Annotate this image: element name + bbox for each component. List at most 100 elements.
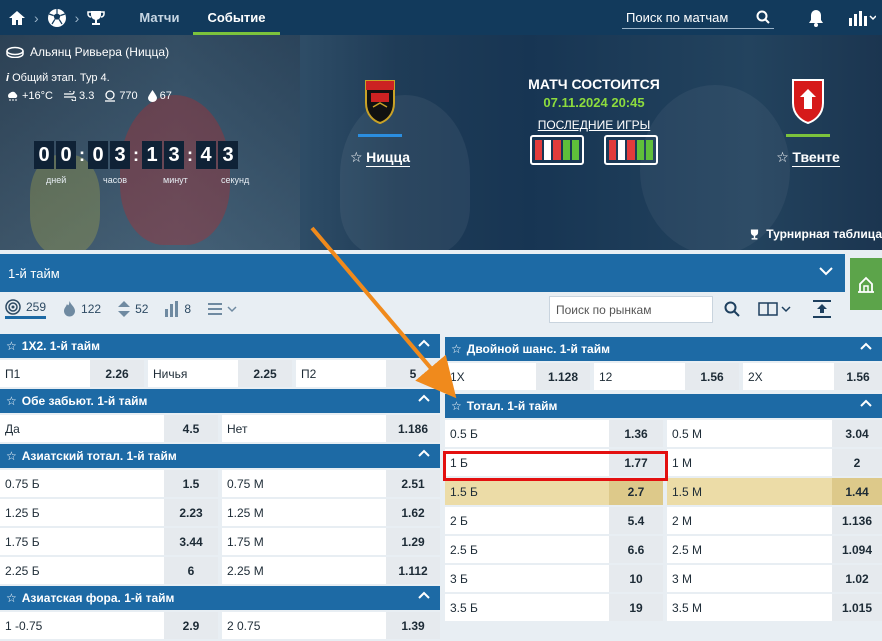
- bet-cell[interactable]: 2.25 М 1.112: [222, 557, 440, 584]
- bet-odd[interactable]: 5.4: [609, 507, 663, 534]
- bet-cell[interactable]: Ничья 2.25: [148, 360, 292, 387]
- market-header-asian-handicap[interactable]: ☆ Азиатская фора. 1-й тайм: [0, 586, 440, 610]
- bet-odd[interactable]: 2.26: [90, 360, 144, 387]
- star-icon[interactable]: ☆: [451, 399, 462, 413]
- stats-icon[interactable]: [848, 0, 876, 35]
- filter-totals[interactable]: 52: [118, 301, 148, 317]
- home-team[interactable]: ☆ Ницца: [320, 77, 440, 167]
- bet-odd[interactable]: 1.5: [164, 470, 218, 497]
- search-icon[interactable]: [724, 301, 740, 317]
- bet-cell[interactable]: 3 Б 10: [445, 565, 663, 592]
- bet-odd[interactable]: 1.112: [386, 557, 440, 584]
- bet-odd[interactable]: 19: [609, 594, 663, 621]
- filter-stats[interactable]: 8: [165, 301, 191, 317]
- star-icon[interactable]: ☆: [6, 394, 17, 408]
- filter-all[interactable]: 259: [5, 299, 47, 319]
- bet-cell[interactable]: П2 5: [296, 360, 440, 387]
- bet-cell[interactable]: 12 1.56: [594, 363, 739, 390]
- bet-odd[interactable]: 2.51: [386, 470, 440, 497]
- bet-odd[interactable]: 1.128: [536, 363, 590, 390]
- chevron-up-icon[interactable]: [860, 399, 872, 407]
- bet-cell[interactable]: 0.5 Б 1.36: [445, 420, 663, 447]
- collapse-all-icon[interactable]: [812, 300, 832, 318]
- bet-odd[interactable]: 1.77: [609, 449, 663, 476]
- bet-cell[interactable]: Нет 1.186: [222, 415, 440, 442]
- layout-columns-icon[interactable]: [758, 302, 792, 316]
- bet-odd[interactable]: 1.02: [832, 565, 882, 592]
- filter-popular[interactable]: 122: [63, 301, 101, 317]
- home-icon[interactable]: [8, 0, 26, 35]
- bet-cell[interactable]: 0.75 М 2.51: [222, 470, 440, 497]
- bell-icon[interactable]: [808, 0, 824, 35]
- star-icon[interactable]: ☆: [350, 149, 363, 165]
- bet-cell[interactable]: Да 4.5: [0, 415, 218, 442]
- bet-cell[interactable]: 2 М 1.136: [667, 507, 882, 534]
- bet-odd[interactable]: 1.015: [832, 594, 882, 621]
- star-icon[interactable]: ☆: [6, 339, 17, 353]
- bet-odd[interactable]: 1.62: [386, 499, 440, 526]
- bet-odd[interactable]: 10: [609, 565, 663, 592]
- chevron-down-icon[interactable]: [819, 266, 833, 276]
- bet-odd[interactable]: 1.36: [609, 420, 663, 447]
- standings-link[interactable]: Турнирная таблица: [748, 227, 882, 241]
- away-form-chart[interactable]: [604, 135, 658, 165]
- bet-cell[interactable]: 2X 1.56: [743, 363, 882, 390]
- bet-odd[interactable]: 2.7: [609, 478, 663, 505]
- bet-odd[interactable]: 3.44: [164, 528, 218, 555]
- match-search-input[interactable]: Поиск по матчам: [622, 6, 774, 29]
- away-team[interactable]: ☆ Твенте: [748, 77, 868, 167]
- chevron-up-icon[interactable]: [418, 591, 430, 599]
- market-header-1x2[interactable]: ☆ 1X2. 1-й тайм: [0, 334, 440, 358]
- bet-cell[interactable]: 1X 1.128: [445, 363, 590, 390]
- period-selector[interactable]: 1-й тайм: [0, 254, 845, 292]
- tab-event[interactable]: Событие: [193, 0, 280, 35]
- bet-odd[interactable]: 2: [832, 449, 882, 476]
- bet-odd[interactable]: 1.094: [832, 536, 882, 563]
- bet-odd[interactable]: 1.44: [832, 478, 882, 505]
- standings-label[interactable]: Турнирная таблица: [766, 227, 882, 241]
- bet-odd[interactable]: 3.04: [832, 420, 882, 447]
- market-search-input[interactable]: Поиск по рынкам: [549, 296, 713, 323]
- chevron-up-icon[interactable]: [418, 394, 430, 402]
- bet-odd[interactable]: 1.186: [386, 415, 440, 442]
- home-form-chart[interactable]: [530, 135, 584, 165]
- bet-cell[interactable]: 3.5 Б 19: [445, 594, 663, 621]
- football-icon[interactable]: [47, 0, 67, 35]
- bet-odd[interactable]: 6.6: [609, 536, 663, 563]
- bet-cell[interactable]: 1.75 М 1.29: [222, 528, 440, 555]
- bet-cell[interactable]: 0.5 М 3.04: [667, 420, 882, 447]
- bet-cell[interactable]: 1.5 М 1.44: [667, 478, 882, 505]
- tab-matches[interactable]: Матчи: [125, 0, 193, 35]
- bet-cell[interactable]: 3.5 М 1.015: [667, 594, 882, 621]
- bet-cell[interactable]: 3 М 1.02: [667, 565, 882, 592]
- star-icon[interactable]: ☆: [6, 591, 17, 605]
- bet-odd[interactable]: 1.29: [386, 528, 440, 555]
- last-games-link[interactable]: ПОСЛЕДНИЕ ИГРЫ: [494, 118, 694, 132]
- home-team-name[interactable]: Ницца: [366, 149, 411, 167]
- bet-odd[interactable]: 1.39: [386, 612, 440, 639]
- bet-odd[interactable]: 1.56: [834, 363, 882, 390]
- bet-cell[interactable]: 2.5 М 1.094: [667, 536, 882, 563]
- bet-cell[interactable]: П1 2.26: [0, 360, 144, 387]
- market-header-asian-total[interactable]: ☆ Азиатский тотал. 1-й тайм: [0, 444, 440, 468]
- away-team-name[interactable]: Твенте: [792, 149, 840, 167]
- bet-odd[interactable]: 1.56: [685, 363, 739, 390]
- bet-odd[interactable]: 5: [386, 360, 440, 387]
- chevron-up-icon[interactable]: [418, 449, 430, 457]
- bet-odd[interactable]: 4.5: [164, 415, 218, 442]
- bet-cell[interactable]: 2.25 Б 6: [0, 557, 218, 584]
- bet-odd[interactable]: 2.23: [164, 499, 218, 526]
- bet-cell[interactable]: 1 -0.75 2.9: [0, 612, 218, 639]
- filter-more[interactable]: [208, 303, 237, 315]
- statistics-button[interactable]: [850, 258, 882, 310]
- star-icon[interactable]: ☆: [6, 449, 17, 463]
- market-header-btts[interactable]: ☆ Обе забьют. 1-й тайм: [0, 389, 440, 413]
- bet-odd[interactable]: 6: [164, 557, 218, 584]
- bet-odd[interactable]: 2.25: [238, 360, 292, 387]
- bet-cell[interactable]: 1 Б 1.77: [445, 449, 663, 476]
- chevron-up-icon[interactable]: [418, 339, 430, 347]
- bet-cell[interactable]: 1.75 Б 3.44: [0, 528, 218, 555]
- bet-cell[interactable]: 1.25 М 1.62: [222, 499, 440, 526]
- bet-cell[interactable]: 1 М 2: [667, 449, 882, 476]
- market-header-total[interactable]: ☆ Тотал. 1-й тайм: [445, 394, 882, 418]
